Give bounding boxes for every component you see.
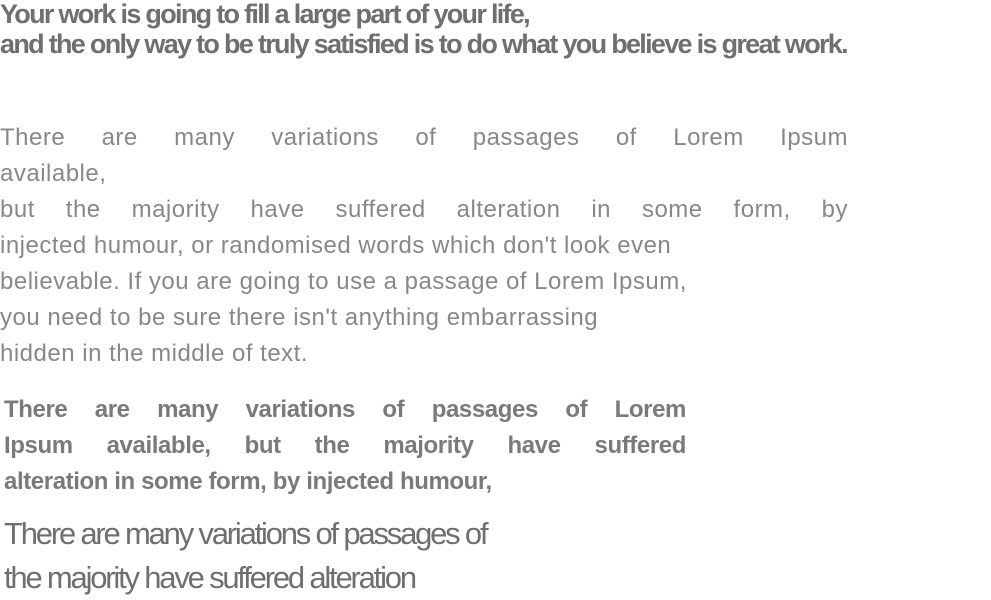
paragraph-light-line: believable. If you are going to use a pa… (0, 268, 687, 295)
paragraph-light-line: you need to be sure there isn't anything… (0, 304, 599, 331)
paragraph-light-line: There are many variations of passages of… (0, 124, 848, 151)
heading-line-1: Your work is going to fill a large part … (0, 0, 531, 29)
paragraph-light-line: but the majority have suffered alteratio… (0, 196, 848, 223)
heading-line-2: and the only way to be truly satisfied i… (0, 29, 849, 59)
heading-quote: Your work is going to fill a large part … (0, 0, 849, 60)
paragraph-condensed-line: the majority have suffered alteration (4, 560, 417, 595)
paragraph-light-line: injected humour, or randomised words whi… (0, 232, 672, 259)
paragraph-bold-line: There are many variations of passages of… (4, 396, 686, 423)
paragraph-light-line: available, (0, 160, 107, 187)
paragraph-light: There are many variations of passages of… (0, 120, 848, 372)
paragraph-condensed-line: There are many variations of passages of (4, 516, 489, 551)
paragraph-condensed: There are many variations of passages of… (4, 512, 489, 600)
paragraph-bold-line: Ipsum available, but the majority have s… (4, 432, 686, 459)
paragraph-bold-line: alteration in some form, by injected hum… (4, 468, 492, 495)
paragraph-bold: There are many variations of passages of… (4, 392, 686, 500)
paragraph-light-line: hidden in the middle of text. (0, 340, 309, 367)
